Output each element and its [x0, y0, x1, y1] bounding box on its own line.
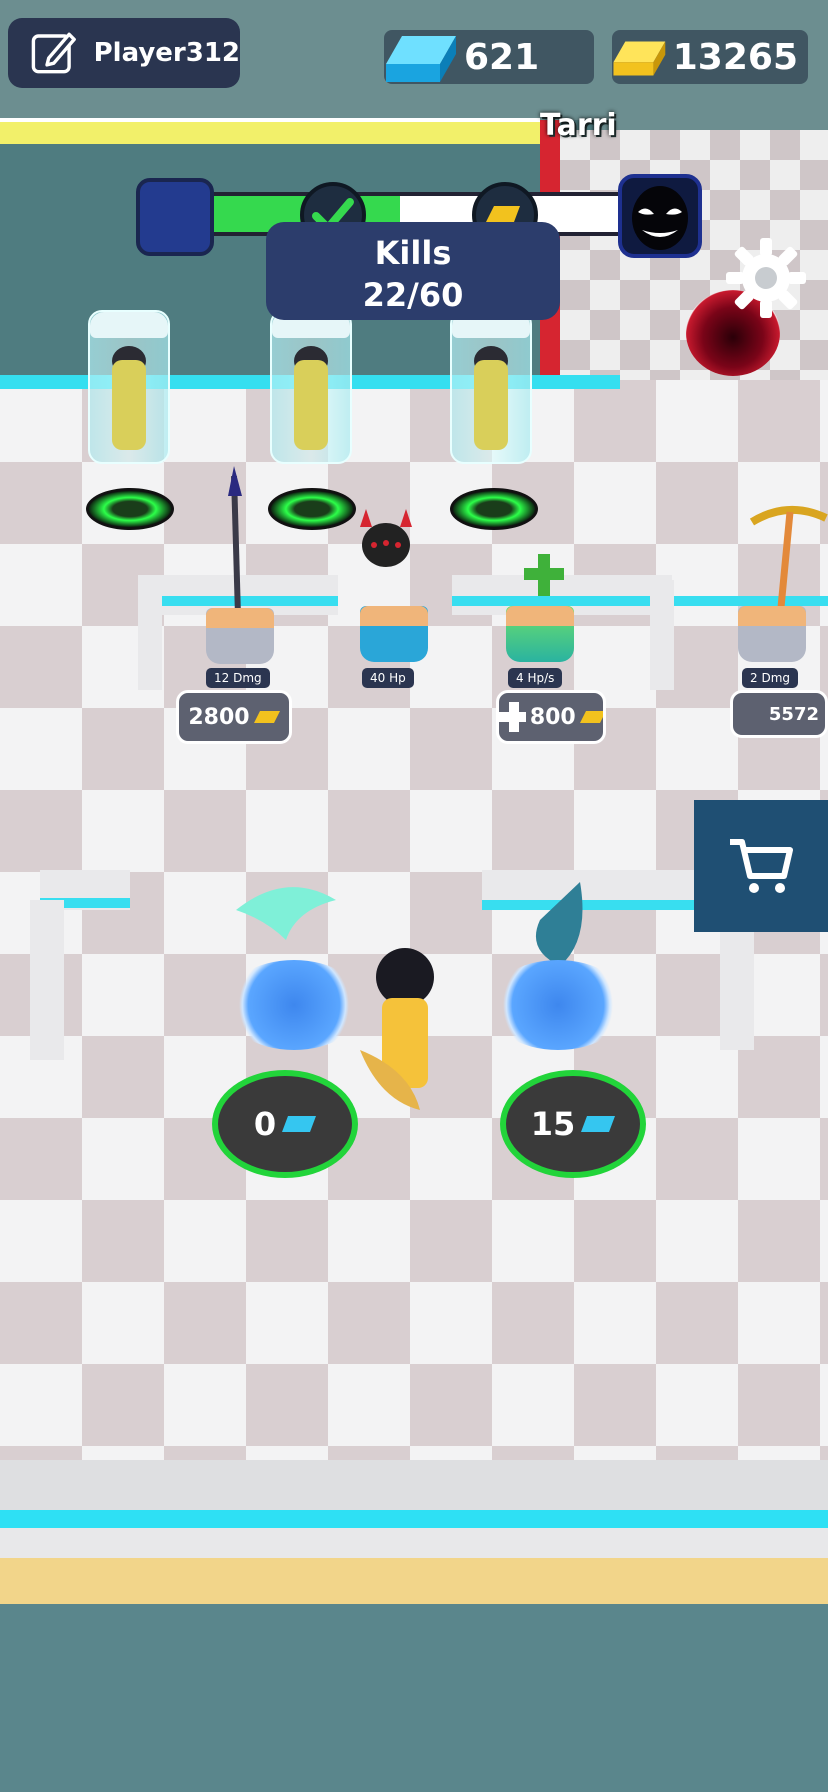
settings-gear-icon[interactable] [724, 236, 808, 320]
upgrade-cost-value: 15 [530, 1105, 576, 1143]
player-profile-button[interactable]: Player312 [8, 18, 240, 88]
wall-post [138, 580, 162, 690]
edit-icon [31, 32, 76, 74]
blue-gem-icon [282, 1116, 317, 1132]
pickaxe-icon [749, 505, 828, 619]
blue-gem-count: 621 [464, 36, 540, 78]
boss-avatar [618, 174, 702, 258]
sand-strip [0, 1558, 828, 1604]
yellow-railing [0, 118, 540, 144]
buy-pickaxe-button[interactable]: 5572 [730, 690, 828, 738]
tornado-icon [236, 887, 336, 940]
prisoner-body [112, 360, 146, 450]
enemy-name-label: Tarri [540, 108, 617, 143]
cyan-trim [0, 1510, 828, 1528]
floor-edge [0, 1460, 828, 1510]
pedestal-2 [360, 606, 428, 662]
cart-icon [730, 839, 793, 893]
shop-cart-button[interactable] [694, 800, 828, 932]
stat-label-1: 12 Dmg [206, 668, 270, 688]
pedestal-1 [206, 608, 274, 664]
blue-gem-icon [581, 1116, 616, 1132]
price-3: 800 [529, 704, 576, 730]
kills-count: 22/60 [362, 276, 464, 314]
venom-face-icon [632, 186, 688, 250]
helmet-icon [360, 509, 412, 567]
health-plus-icon [524, 554, 564, 596]
prisoner-body [294, 360, 328, 450]
buy-health-button[interactable]: 800 [496, 690, 606, 744]
upgrade-cost-drop[interactable]: 15 [500, 1070, 646, 1178]
capsule-pad-1[interactable] [86, 488, 174, 530]
stat-label-3: 4 Hp/s [508, 668, 563, 688]
progress-start-node [136, 178, 214, 256]
gold-bar-icon [613, 41, 666, 76]
gold-counter: 13265 [612, 30, 808, 84]
wall-post [30, 900, 64, 1060]
drop-icon [535, 882, 583, 966]
blue-gem-icon [386, 36, 456, 82]
water-area [0, 1604, 828, 1792]
capsule-1 [88, 310, 178, 464]
stat-label-2: 40 Hp [362, 668, 414, 688]
upgrade-cost-value: 0 [253, 1105, 277, 1143]
axe-icon [360, 1050, 420, 1110]
price-1: 2800 [188, 704, 250, 730]
buy-spear-button[interactable]: 2800 [176, 690, 292, 744]
pedestal-3 [506, 606, 574, 662]
price-4: 5572 [768, 703, 819, 725]
spear-icon [228, 466, 242, 616]
wall-post [650, 580, 674, 690]
gold-count: 13265 [672, 36, 798, 78]
gold-bar-icon [579, 711, 603, 723]
upgrade-pad-drop[interactable] [488, 960, 628, 1050]
capsule-pad-2[interactable] [268, 488, 356, 530]
kills-title: Kills [374, 234, 452, 272]
gold-bar-icon [253, 711, 280, 723]
capsule-2 [270, 310, 360, 464]
wall-post [720, 930, 754, 1050]
upgrade-pad-tornado[interactable] [224, 960, 364, 1050]
pedestal-4 [738, 606, 806, 662]
stat-label-4: 2 Dmg [742, 668, 798, 688]
player-name: Player312 [93, 38, 240, 68]
plus-icon [499, 702, 526, 732]
floor-edge-lower [0, 1528, 828, 1558]
kills-panel: Kills 22/60 [266, 222, 560, 320]
capsule-3 [450, 310, 540, 464]
upgrade-cost-tornado[interactable]: 0 [212, 1070, 358, 1178]
prisoner-body [474, 360, 508, 450]
capsule-pad-3[interactable] [450, 488, 538, 530]
blue-gem-counter: 621 [384, 30, 594, 84]
